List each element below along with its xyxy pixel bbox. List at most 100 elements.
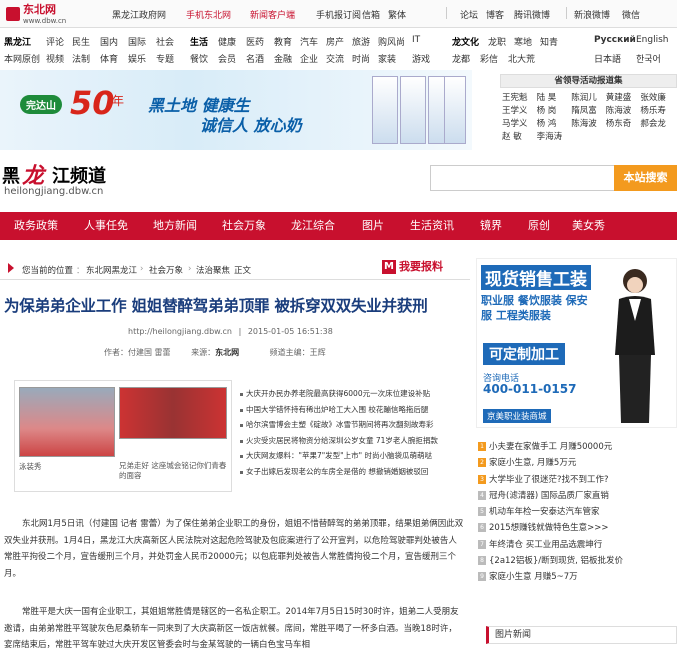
list-item[interactable]: 4 冠舟(滤清器) 国际品质厂家直销 bbox=[478, 489, 677, 505]
leader-name[interactable]: 王宪魁 bbox=[502, 91, 537, 103]
nav-item[interactable]: 交流 bbox=[326, 52, 344, 65]
lang-japanese[interactable]: 日本語 bbox=[594, 52, 621, 65]
link-sms[interactable]: 手机报订阅 bbox=[316, 8, 361, 21]
nav-item[interactable]: 企业 bbox=[300, 52, 318, 65]
link-wechat[interactable]: 微信 bbox=[622, 8, 640, 21]
nav-item[interactable]: 时尚 bbox=[352, 52, 370, 65]
leader-name[interactable]: 杨 鸿 bbox=[537, 117, 572, 129]
list-item[interactable]: 哈尔滨雪博会主塑《碇故》冰雪节期间将再次翻刻故寿彩 bbox=[240, 419, 468, 435]
nav-group-heilongjiang[interactable]: 黑龙江 bbox=[4, 38, 31, 48]
nav-item[interactable]: 专题 bbox=[156, 52, 174, 65]
link-tencent-weibo[interactable]: 腾讯微博 bbox=[514, 8, 550, 21]
picture-caption[interactable]: 兄弟走好 这座城会铭记你们青春的面容 bbox=[119, 461, 227, 481]
nav-item[interactable]: 彩信 bbox=[480, 52, 498, 65]
leader-name[interactable]: 郝会龙 bbox=[640, 117, 675, 129]
main-nav-item[interactable]: 图片 bbox=[362, 212, 384, 240]
article-url[interactable]: http://heilongjiang.dbw.cn bbox=[128, 327, 232, 336]
breadcrumb-item[interactable]: 东北网黑龙江 bbox=[86, 264, 137, 276]
list-item[interactable]: 8 {2a12铝板}/断到现货, 铝板批发价 bbox=[478, 554, 677, 570]
main-nav-item[interactable]: 美女秀 bbox=[572, 212, 605, 240]
list-item[interactable]: 6 2015想赚钱就做特色生意>>> bbox=[478, 521, 677, 537]
main-nav-item[interactable]: 人事任免 bbox=[84, 212, 128, 240]
leader-reports-title[interactable]: 省领导活动报道集 bbox=[500, 74, 677, 88]
leader-name[interactable]: 赵 敏 bbox=[502, 130, 537, 142]
leader-name[interactable]: 张效廉 bbox=[640, 91, 675, 103]
nav-item[interactable]: 北大荒 bbox=[508, 52, 535, 65]
nav-item[interactable]: 法制 bbox=[72, 52, 90, 65]
nav-item[interactable]: 国内 bbox=[100, 35, 118, 48]
list-item[interactable]: 1 小夫妻在家做手工 月赚50000元 bbox=[478, 440, 677, 456]
site-logo[interactable]: 东北网 www.dbw.cn bbox=[6, 4, 66, 25]
list-item[interactable]: 中国大学错怀持有稀出炉哈工大入围 校花蹦信略拖后腿 bbox=[240, 404, 468, 420]
nav-item[interactable]: 国际 bbox=[128, 35, 146, 48]
picture-caption[interactable]: 泳装秀 bbox=[19, 461, 42, 472]
leader-name[interactable]: 黄建盛 bbox=[606, 91, 641, 103]
channel-logo[interactable]: 黑 龙 江频道 heilongjiang.dbw.cn bbox=[0, 158, 200, 198]
leader-name[interactable]: 李海涛 bbox=[537, 130, 572, 142]
main-nav-item[interactable]: 龙江综合 bbox=[291, 212, 335, 240]
workwear-ad[interactable]: 现货销售工装 职业服 餐饮服装 保安服 工程类服装 可定制加工 咨询电话 400… bbox=[476, 258, 677, 428]
main-nav-item[interactable]: 镜界 bbox=[480, 212, 502, 240]
search-input[interactable] bbox=[430, 165, 615, 191]
leader-name[interactable]: 马学义 bbox=[502, 117, 537, 129]
leader-name[interactable]: 陈海波 bbox=[571, 117, 606, 129]
nav-item[interactable]: 游戏 bbox=[412, 52, 430, 65]
article-source[interactable]: 东北网 bbox=[215, 348, 239, 357]
main-nav-item[interactable]: 原创 bbox=[528, 212, 550, 240]
list-item[interactable]: 大庆网友爆料："苹果7"发型"上市" 时尚小脑袋瓜萌萌哒 bbox=[240, 450, 468, 466]
nav-item[interactable]: 会员 bbox=[218, 52, 236, 65]
nav-item[interactable]: 汽车 bbox=[300, 35, 318, 48]
leader-name[interactable]: 隋凤富 bbox=[571, 104, 606, 116]
picture-swimsuit[interactable] bbox=[19, 387, 115, 457]
nav-item[interactable]: 旅游 bbox=[352, 35, 370, 48]
nav-item[interactable]: 本网原创 bbox=[4, 52, 40, 65]
leader-name[interactable]: 陈润儿 bbox=[571, 91, 606, 103]
link-mail[interactable]: 信箱 bbox=[362, 8, 380, 21]
link-mobile[interactable]: 手机东北网 bbox=[186, 8, 231, 21]
nav-item[interactable]: 民生 bbox=[72, 35, 90, 48]
leader-name[interactable]: 陆 昊 bbox=[537, 91, 572, 103]
nav-item[interactable]: 金融 bbox=[274, 52, 292, 65]
list-item[interactable]: 火灾受灾居民将物资分给深圳公岁女童 71岁老人腕拒捐款 bbox=[240, 435, 468, 451]
nav-item[interactable]: 评论 bbox=[46, 35, 64, 48]
picture-news-header[interactable]: 图片新闻 bbox=[486, 626, 677, 644]
picture-firefighters[interactable] bbox=[119, 387, 227, 439]
nav-item[interactable]: 餐饮 bbox=[190, 52, 208, 65]
nav-item[interactable]: 社会 bbox=[156, 35, 174, 48]
link-client[interactable]: 新闻客户端 bbox=[250, 8, 295, 21]
link-sina-weibo[interactable]: 新浪微博 bbox=[574, 8, 610, 21]
nav-item[interactable]: 健康 bbox=[218, 35, 236, 48]
nav-item[interactable]: 教育 bbox=[274, 35, 292, 48]
list-item[interactable]: 2 家庭小生意, 月赚5万元 bbox=[478, 456, 677, 472]
nav-item[interactable]: 娱乐 bbox=[128, 52, 146, 65]
nav-item[interactable]: IT bbox=[412, 35, 420, 45]
banner-ad[interactable]: 完达山 50 年 黑土地 健康生 诚信人 放心奶 bbox=[0, 70, 472, 150]
list-item[interactable]: 5 机动车年检一安泰达汽车管家 bbox=[478, 505, 677, 521]
lang-russian[interactable]: Русский bbox=[594, 35, 636, 45]
lang-english[interactable]: English bbox=[636, 35, 669, 45]
lang-korean[interactable]: 한국어 bbox=[636, 52, 661, 65]
list-item[interactable]: 大庆开办民办养老院最高获得6000元一次床位建设补贴 bbox=[240, 388, 468, 404]
nav-item[interactable]: 名酒 bbox=[246, 52, 264, 65]
nav-item[interactable]: 体育 bbox=[100, 52, 118, 65]
nav-item[interactable]: 龙都 bbox=[452, 52, 470, 65]
link-blog[interactable]: 博客 bbox=[486, 8, 504, 21]
main-nav-item[interactable]: 地方新闻 bbox=[153, 212, 197, 240]
leader-name[interactable]: 王学义 bbox=[502, 104, 537, 116]
nav-item[interactable]: 医药 bbox=[246, 35, 264, 48]
nav-item[interactable]: 龙职 bbox=[488, 35, 506, 48]
nav-item[interactable]: 家装 bbox=[378, 52, 396, 65]
list-item[interactable]: 女子出嫁后发现老公的车房全是借的 想撤销婚姻被驳回 bbox=[240, 466, 468, 482]
nav-item[interactable]: 购风尚 bbox=[378, 35, 405, 48]
nav-item[interactable]: 房产 bbox=[326, 35, 344, 48]
main-nav-item[interactable]: 社会万象 bbox=[222, 212, 266, 240]
nav-group-life[interactable]: 生活 bbox=[190, 38, 208, 48]
list-item[interactable]: 9 家庭小生意 月赚5~7万 bbox=[478, 570, 677, 586]
report-news-button[interactable]: M 我要报料 bbox=[382, 258, 464, 276]
nav-group-culture[interactable]: 龙文化 bbox=[452, 38, 479, 48]
main-nav-item[interactable]: 生活资讯 bbox=[410, 212, 454, 240]
leader-name[interactable]: 杨东奇 bbox=[606, 117, 641, 129]
link-forum[interactable]: 论坛 bbox=[460, 8, 478, 21]
nav-item[interactable]: 寒地 bbox=[514, 35, 532, 48]
link-trad[interactable]: 繁体 bbox=[388, 8, 406, 21]
